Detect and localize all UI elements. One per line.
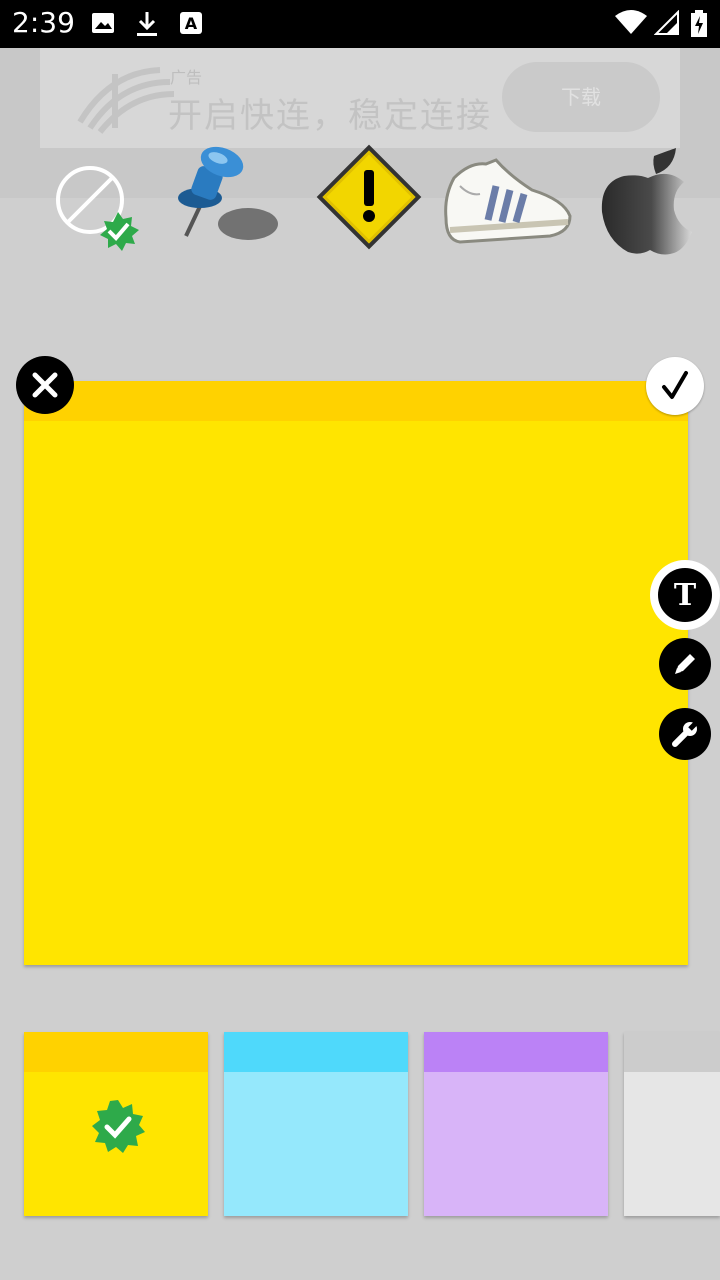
battery-charging-icon — [691, 10, 707, 37]
pen-tool-button[interactable] — [659, 638, 711, 690]
wifi-icon — [615, 10, 647, 34]
confirm-button[interactable] — [646, 357, 704, 415]
checkmark-icon — [662, 371, 688, 399]
svg-text:A: A — [185, 14, 198, 33]
ad-download-button[interactable]: 下载 — [502, 62, 660, 132]
cell-signal-icon — [654, 10, 679, 35]
image-notification-icon — [92, 13, 114, 33]
apple-logo-icon[interactable] — [598, 148, 694, 258]
no-sticker-selected-icon[interactable] — [52, 162, 142, 254]
sticky-note-header — [24, 381, 688, 421]
sticky-note-canvas[interactable] — [24, 381, 688, 965]
status-time: 2:39 — [12, 6, 75, 39]
pushpin-icon[interactable] — [170, 140, 280, 250]
download-notification-icon — [137, 12, 157, 36]
close-icon — [32, 372, 58, 398]
selected-check-icon — [92, 1100, 145, 1153]
ad-banner[interactable]: 广告 开启快连，稳定连接 下载 — [40, 48, 680, 148]
ad-logo-icon — [77, 67, 175, 134]
settings-tool-button[interactable] — [659, 708, 711, 760]
text-tool-button[interactable]: T — [650, 560, 720, 630]
pencil-icon — [675, 654, 695, 674]
swatch-blue[interactable] — [224, 1032, 408, 1216]
ad-label: 广告 — [170, 68, 203, 87]
swatch-gray[interactable] — [624, 1032, 720, 1216]
swatch-purple[interactable] — [424, 1032, 608, 1216]
swatch-yellow[interactable] — [24, 1032, 208, 1216]
warning-sign-icon[interactable] — [312, 140, 426, 254]
ad-title: 开启快连，稳定连接 — [168, 96, 492, 136]
font-notification-icon: A — [180, 12, 202, 34]
close-button[interactable] — [16, 356, 74, 414]
status-bar: 2:39 A — [0, 0, 720, 48]
wrench-icon — [672, 720, 699, 747]
text-tool-icon: T — [658, 568, 712, 622]
sneaker-icon[interactable] — [440, 156, 576, 248]
